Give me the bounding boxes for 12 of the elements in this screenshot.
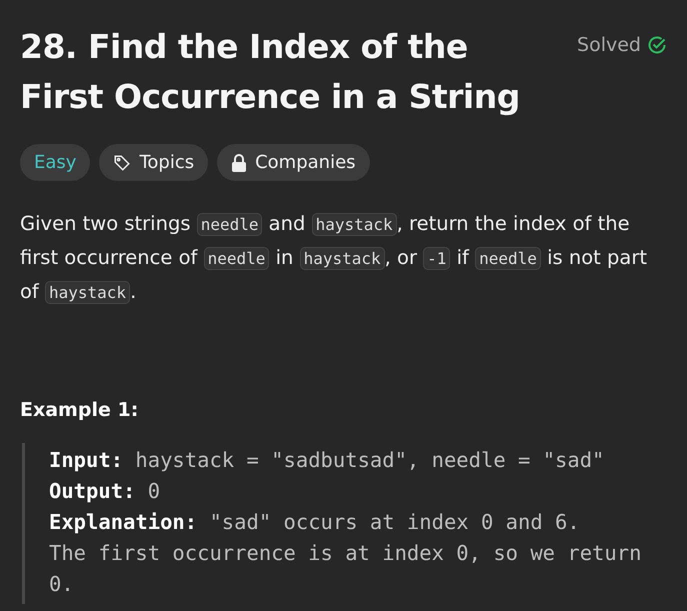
problem-title: 28. Find the Index of the First Occurrence in a String — [20, 26, 521, 118]
example-heading: Example 1: — [20, 399, 140, 421]
example-line: Input: haystack = "sadbutsad", needle = "sad" — [49, 447, 606, 474]
difficulty-tag[interactable]: Easy — [20, 144, 90, 181]
description-text: Given two strings needle and haystack , return the index of the first occurrence of needle in haystack , or -1 if needle is not part of haystack . — [20, 211, 648, 306]
example-line: Output: 0 — [49, 478, 162, 505]
companies-button[interactable]: Companies — [217, 144, 370, 181]
status-label: Solved — [577, 34, 641, 56]
topics-button[interactable]: Topics — [99, 144, 208, 181]
tag-icon — [113, 154, 132, 172]
lock-icon — [231, 154, 248, 172]
example-line: Explanation: "sad" occurs at index 0 and 6. The first occurrence is at index 0, so we return 0. — [49, 509, 642, 598]
